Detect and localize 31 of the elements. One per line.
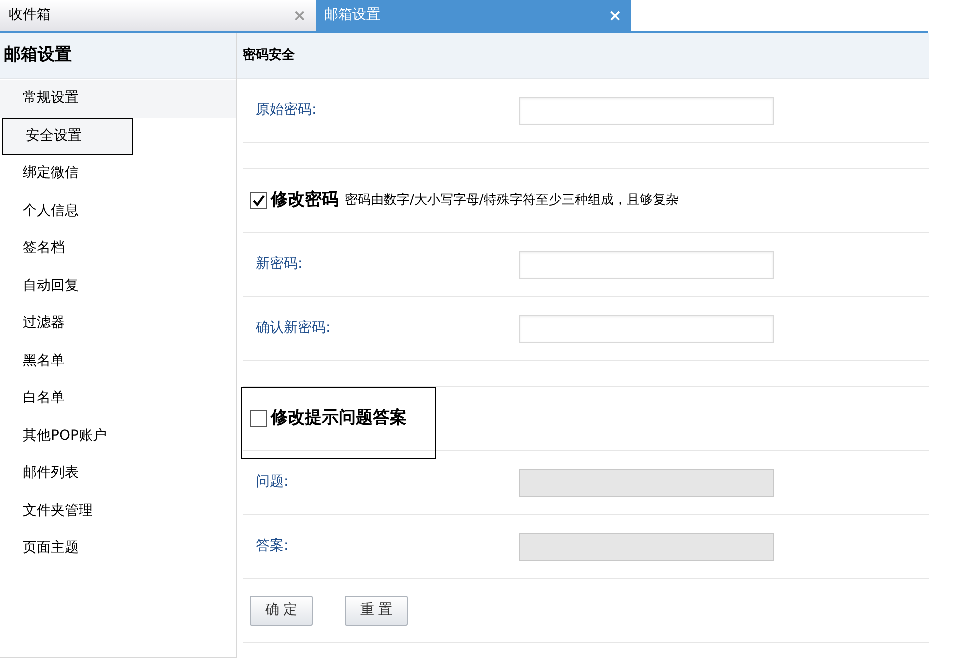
- field-label: 新密码:: [255, 255, 304, 274]
- field-label: 答案:: [255, 537, 290, 556]
- sidebar-item[interactable]: 个人信息: [0, 192, 236, 230]
- sidebar-item[interactable]: 其他POP账户: [0, 418, 236, 455]
- sidebar-item[interactable]: 安全设置: [2, 118, 133, 155]
- section-title: 密码安全: [243, 46, 295, 65]
- input-field[interactable]: [519, 314, 774, 342]
- sidebar-title: 邮箱设置: [4, 44, 72, 67]
- sidebar-item[interactable]: 过滤器: [0, 305, 236, 342]
- sidebar-item[interactable]: 文件夹管理: [0, 492, 236, 530]
- field-label: 确认新密码:: [255, 319, 332, 338]
- sidebar-item[interactable]: 签名档: [0, 230, 236, 268]
- sidebar-item[interactable]: 黑名单: [0, 342, 236, 380]
- check-icon: [252, 194, 266, 208]
- sidebar-item[interactable]: 页面主题: [0, 530, 236, 568]
- sidebar-item[interactable]: 自动回复: [0, 268, 236, 305]
- checkbox[interactable]: [250, 192, 267, 209]
- field-label: 问题:: [255, 473, 290, 492]
- form-button[interactable]: 确 定: [250, 596, 313, 626]
- form-button[interactable]: 重 置: [345, 596, 408, 626]
- input-field[interactable]: [519, 96, 774, 124]
- input-field[interactable]: [519, 250, 774, 278]
- sidebar-item[interactable]: 常规设置: [0, 80, 236, 118]
- hint-text: 密码由数字/大小写字母/特殊字符至少三种组成，且够复杂: [345, 192, 679, 210]
- field-label: 原始密码:: [255, 101, 318, 120]
- checkbox-label: 修改密码: [271, 188, 339, 212]
- sidebar-item[interactable]: 邮件列表: [0, 455, 236, 492]
- checkbox[interactable]: [250, 410, 267, 427]
- sidebar-item[interactable]: 白名单: [0, 380, 236, 418]
- sidebar-item[interactable]: 绑定微信: [0, 155, 236, 192]
- checkbox-label: 修改提示问题答案: [271, 406, 407, 430]
